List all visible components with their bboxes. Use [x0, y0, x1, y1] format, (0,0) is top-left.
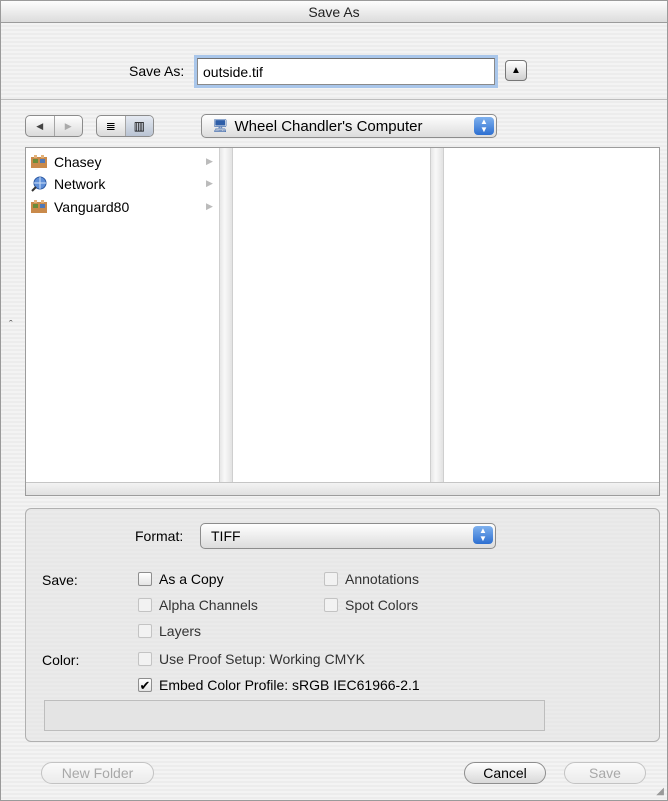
format-label: Format: — [135, 528, 184, 544]
annotations-checkbox[interactable]: Annotations — [324, 571, 419, 587]
list-item[interactable]: Network ▶ — [30, 173, 219, 195]
disclosure-arrow-icon: ▶ — [206, 178, 213, 188]
browser-column-2 — [235, 148, 430, 482]
network-globe-icon — [30, 176, 48, 192]
triangle-up-icon: ▲ — [511, 65, 521, 76]
filename-input[interactable] — [194, 55, 498, 88]
alpha-channels-label: Alpha Channels — [159, 597, 258, 613]
view-mode-buttons: ≣ ▥ — [96, 115, 154, 137]
save-as-dialog: Save As Save As: ▲ ◀ ▶ ≣ ▥ 🖥 Wheel Chand… — [0, 0, 668, 801]
spot-colors-checkbox[interactable]: Spot Colors — [324, 597, 418, 613]
spot-colors-label: Spot Colors — [345, 597, 419, 613]
collapse-caret-icon[interactable]: ˆ — [9, 319, 13, 331]
embed-color-profile-label: Embed Color Profile: sRGB IEC61966-2.1 — [159, 677, 420, 693]
as-a-copy-checkbox[interactable]: As a Copy — [138, 571, 224, 587]
checkbox-box — [138, 624, 152, 638]
horizontal-scrollbar[interactable] — [26, 482, 659, 495]
back-forward-buttons: ◀ ▶ — [25, 115, 83, 137]
disclosure-arrow-icon: ▶ — [206, 156, 213, 166]
save-as-label: Save As: — [129, 63, 185, 79]
browser-column-3 — [446, 148, 659, 482]
save-section-label: Save: — [42, 572, 78, 588]
warning-area — [44, 700, 545, 731]
save-button[interactable]: Save — [564, 762, 646, 784]
column-resize-handle[interactable] — [219, 148, 233, 482]
list-item-label: Chasey — [54, 154, 102, 170]
network-volume-icon — [30, 154, 48, 170]
layers-checkbox[interactable]: Layers — [138, 623, 201, 639]
column-view-icon[interactable]: ▥ — [124, 116, 153, 136]
cancel-button[interactable]: Cancel — [464, 762, 546, 784]
checkbox-box — [138, 652, 152, 666]
new-folder-button[interactable]: New Folder — [41, 762, 154, 784]
layers-label: Layers — [159, 623, 202, 639]
location-label: Wheel Chandler's Computer — [234, 117, 423, 135]
network-volume-icon — [30, 199, 48, 215]
checkmark-icon: ✔ — [138, 677, 152, 693]
back-arrow-icon[interactable]: ◀ — [26, 116, 54, 136]
list-view-icon[interactable]: ≣ — [97, 116, 125, 136]
list-item[interactable]: Chasey ▶ — [30, 151, 219, 173]
file-browser: Chasey ▶ Network ▶ Vanguard80 ▶ — [25, 147, 660, 496]
format-value: TIFF — [211, 528, 241, 544]
checkbox-box — [324, 572, 338, 586]
location-popup[interactable]: 🖥 Wheel Chandler's Computer ▲ ▼ — [201, 114, 497, 138]
disclosure-arrow-icon: ▶ — [206, 201, 213, 211]
forward-arrow-icon[interactable]: ▶ — [53, 116, 83, 136]
list-item-label: Network — [54, 176, 106, 192]
checkbox-box — [138, 598, 152, 612]
expand-dialog-button[interactable]: ▲ — [505, 60, 527, 81]
use-proof-setup-label: Use Proof Setup: Working CMYK — [159, 651, 365, 667]
window-title: Save As — [1, 1, 667, 23]
format-popup[interactable]: TIFF ▲ ▼ — [200, 523, 496, 549]
computer-icon: 🖥 — [212, 118, 229, 133]
list-item-label: Vanguard80 — [54, 199, 130, 215]
popup-stepper-icon: ▲ ▼ — [474, 117, 494, 135]
alpha-channels-checkbox[interactable]: Alpha Channels — [138, 597, 258, 613]
browser-column-1: Chasey ▶ Network ▶ Vanguard80 ▶ — [26, 148, 219, 482]
embed-color-profile-checkbox[interactable]: ✔ Embed Color Profile: sRGB IEC61966-2.1 — [138, 677, 420, 693]
color-section-label: Color: — [42, 652, 80, 668]
checkbox-box — [138, 572, 152, 586]
column-resize-handle[interactable] — [430, 148, 444, 482]
use-proof-setup-checkbox[interactable]: Use Proof Setup: Working CMYK — [138, 651, 365, 667]
checkbox-box — [324, 598, 338, 612]
as-a-copy-label: As a Copy — [159, 571, 224, 587]
popup-stepper-icon: ▲ ▼ — [473, 526, 493, 544]
resize-grip-icon[interactable]: ◢ — [656, 786, 664, 797]
annotations-label: Annotations — [345, 571, 419, 587]
list-item[interactable]: Vanguard80 ▶ — [30, 196, 219, 218]
divider — [1, 99, 667, 100]
